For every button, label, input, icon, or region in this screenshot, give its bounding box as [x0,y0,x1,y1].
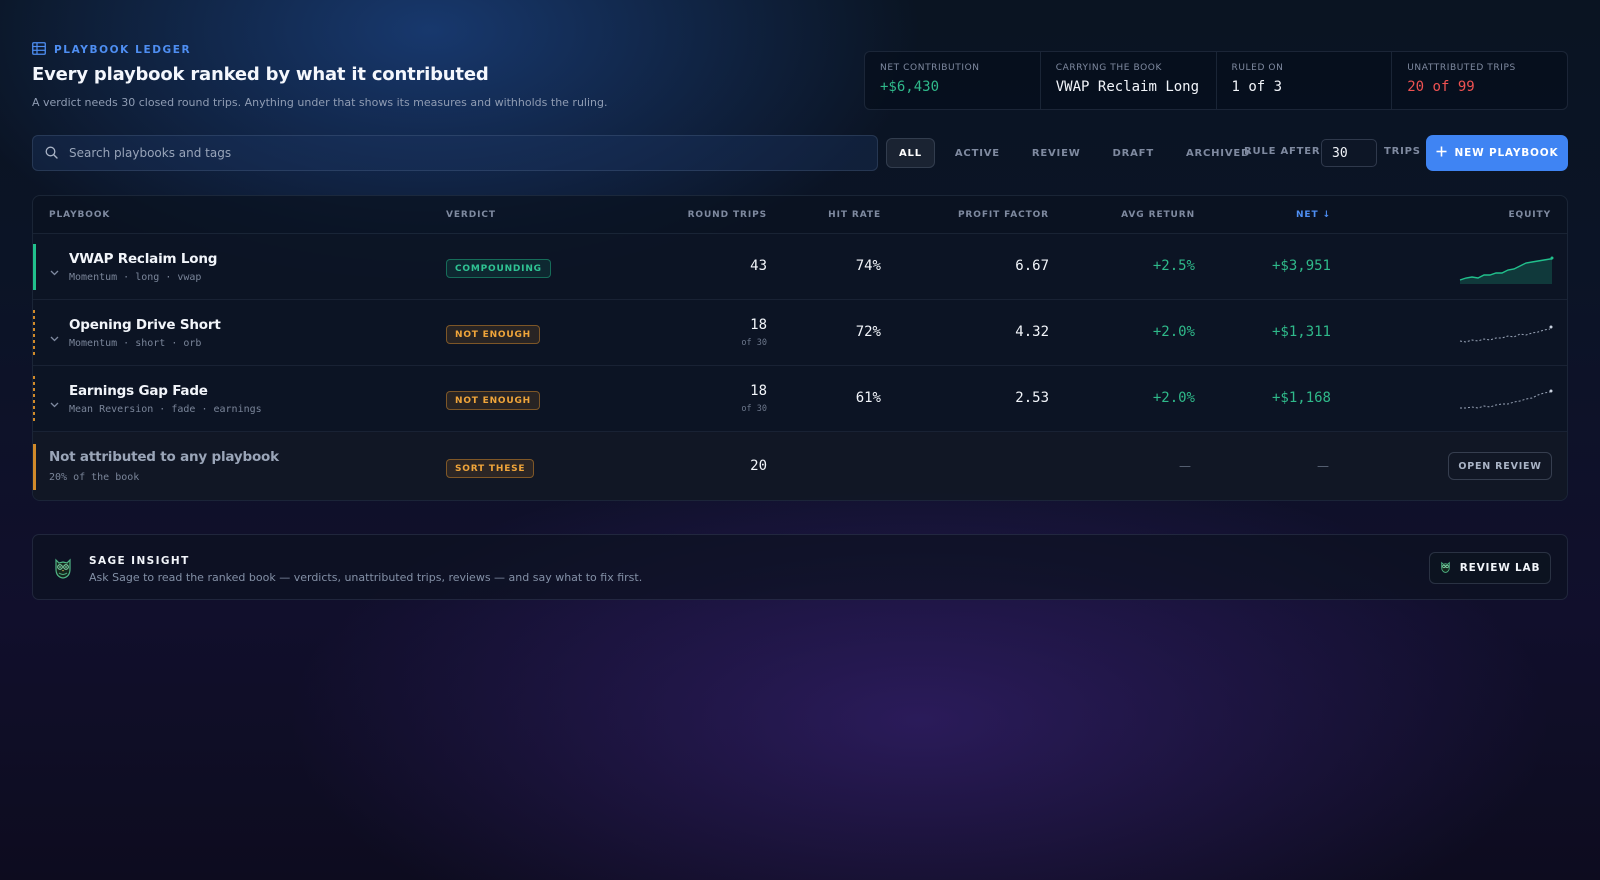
filter-draft[interactable]: DRAFT [1101,138,1166,168]
col-round-trips[interactable]: ROUND TRIPS [688,210,767,220]
net-value: +$3,951 [1271,258,1331,274]
profit-factor-value: 2.53 [1015,390,1049,406]
row-accent [33,244,36,290]
sage-insight-panel: SAGE INSIGHT Ask Sage to read the ranked… [32,534,1568,600]
chevron-down-icon[interactable] [50,393,59,412]
playbook-name[interactable]: VWAP Reclaim Long [69,251,217,267]
row-accent [33,376,35,422]
filter-active[interactable]: ACTIVE [943,138,1012,168]
eyebrow-label: PLAYBOOK LEDGER [54,43,192,56]
stat-value: 1 of 3 [1231,79,1283,95]
table-row[interactable]: Earnings Gap Fade Mean Reversion · fade … [33,366,1567,432]
playbook-tags: Momentum · short · orb [69,338,202,349]
table-icon [32,40,46,59]
stat-value: 20 of 99 [1407,79,1475,95]
col-avg-return[interactable]: AVG RETURN [1121,210,1195,220]
verdict-badge: NOT ENOUGH [446,325,541,344]
avg-return-value: +2.5% [1152,258,1195,274]
round-trips-value: 20 [750,458,767,474]
playbook-table: PLAYBOOK VERDICT ROUND TRIPS HIT RATE PR… [32,195,1568,501]
playbook-tags: Momentum · long · vwap [69,272,202,283]
col-verdict[interactable]: VERDICT [446,210,496,220]
stat-value: +$6,430 [880,79,940,95]
page-title: Every playbook ranked by what it contrib… [32,64,489,85]
profit-factor-value: 4.32 [1015,324,1049,340]
round-trips-threshold: of 30 [741,404,767,414]
owl-icon [1440,561,1451,576]
summary-stats: NET CONTRIBUTION +$6,430 CARRYING THE BO… [864,51,1568,110]
stat-label: RULED ON [1231,63,1284,73]
avg-return-value: +2.0% [1152,390,1195,406]
filter-all[interactable]: ALL [886,138,935,168]
new-playbook-label: NEW PLAYBOOK [1454,147,1559,159]
search-box[interactable] [32,135,878,171]
avg-return-value: — [1179,459,1191,473]
review-lab-label: REVIEW LAB [1459,562,1541,574]
playbook-name[interactable]: Opening Drive Short [69,317,221,333]
table-row[interactable]: VWAP Reclaim Long Momentum · long · vwap… [33,234,1567,300]
status-filters: ALL ACTIVE REVIEW DRAFT ARCHIVED [886,138,1270,168]
review-lab-button[interactable]: REVIEW LAB [1429,552,1551,584]
stat-label: UNATTRIBUTED TRIPS [1407,63,1516,73]
round-trips-value: 18 [750,317,767,333]
rule-after-label: RULE AFTER [1244,146,1321,157]
plus-icon [1436,146,1447,160]
stat-label: CARRYING THE BOOK [1055,63,1162,73]
col-hit-rate[interactable]: HIT RATE [828,210,881,220]
net-value: — [1317,459,1329,473]
stat-net-contribution: NET CONTRIBUTION +$6,430 [865,52,1040,109]
trips-label: TRIPS [1384,146,1421,157]
unattributed-row[interactable]: Not attributed to any playbook 20% of th… [33,432,1567,500]
table-header: PLAYBOOK VERDICT ROUND TRIPS HIT RATE PR… [33,196,1567,234]
chevron-down-icon[interactable] [50,261,59,280]
unattributed-share: 20% of the book [49,472,140,483]
owl-icon [53,557,73,583]
row-accent [33,310,35,356]
col-equity[interactable]: EQUITY [1508,210,1551,220]
col-playbook[interactable]: PLAYBOOK [49,210,110,220]
verdict-badge: SORT THESE [446,459,535,478]
open-review-button[interactable]: OPEN REVIEW [1448,452,1552,480]
rule-after-input[interactable] [1321,139,1377,167]
col-net[interactable]: NET ↓ [1296,210,1331,220]
stat-ruled-on: RULED ON 1 of 3 [1215,52,1392,109]
search-input[interactable] [69,146,829,160]
round-trips-value: 43 [750,258,767,274]
page-subtitle: A verdict needs 30 closed round trips. A… [32,96,608,109]
equity-sparkline [1459,256,1554,284]
stat-unattributed-trips: UNATTRIBUTED TRIPS 20 of 99 [1391,52,1567,109]
verdict-badge: NOT ENOUGH [446,391,541,410]
profit-factor-value: 6.67 [1015,258,1049,274]
hit-rate-value: 74% [855,258,881,274]
sage-title: SAGE INSIGHT [89,555,190,567]
playbook-name[interactable]: Earnings Gap Fade [69,383,208,399]
col-profit-factor[interactable]: PROFIT FACTOR [958,210,1049,220]
playbook-tags: Mean Reversion · fade · earnings [69,404,262,415]
row-accent [33,444,36,490]
chevron-down-icon[interactable] [50,327,59,346]
hit-rate-value: 72% [855,324,881,340]
net-value: +$1,311 [1271,324,1331,340]
verdict-badge: COMPOUNDING [446,259,551,278]
new-playbook-button[interactable]: NEW PLAYBOOK [1426,135,1568,171]
sage-description: Ask Sage to read the ranked book — verdi… [89,571,643,584]
round-trips-threshold: of 30 [741,338,767,348]
hit-rate-value: 61% [855,390,881,406]
round-trips-value: 18 [750,383,767,399]
table-row[interactable]: Opening Drive Short Momentum · short · o… [33,300,1567,366]
avg-return-value: +2.0% [1152,324,1195,340]
filter-review[interactable]: REVIEW [1020,138,1093,168]
net-value: +$1,168 [1271,390,1331,406]
equity-sparkline [1459,325,1553,343]
stat-value: VWAP Reclaim Long [1055,79,1200,95]
unattributed-name: Not attributed to any playbook [49,449,279,465]
equity-sparkline [1460,389,1553,409]
stat-label: NET CONTRIBUTION [880,63,980,73]
stat-carrying-the-book: CARRYING THE BOOK VWAP Reclaim Long [1039,52,1216,109]
page-eyebrow: PLAYBOOK LEDGER [32,40,191,59]
search-icon [45,144,58,163]
